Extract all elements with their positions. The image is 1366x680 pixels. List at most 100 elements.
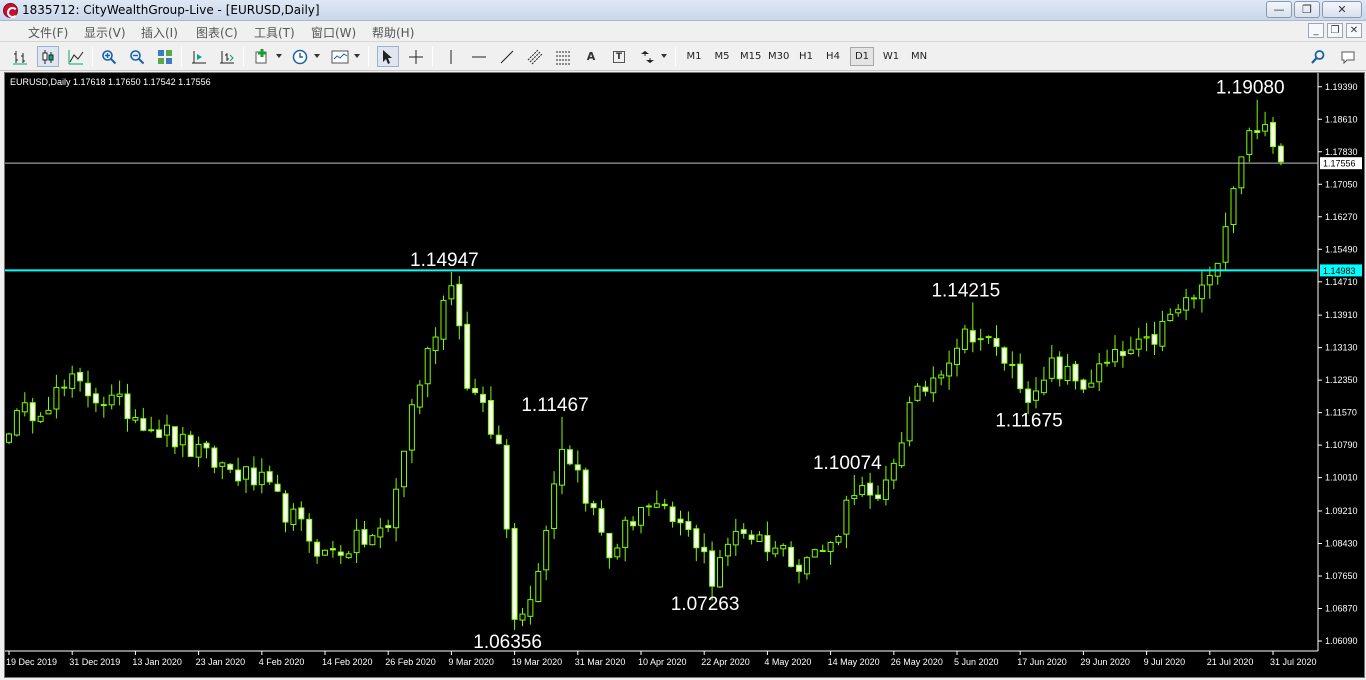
candle-body <box>622 519 629 548</box>
minimize-button[interactable]: — <box>1266 1 1292 18</box>
candle-body <box>235 469 242 482</box>
menu-tools[interactable]: 工具(T) <box>254 24 295 41</box>
candle-body <box>582 469 589 504</box>
menu-window[interactable]: 窗口(W) <box>311 24 356 41</box>
candle-body <box>1056 356 1063 380</box>
cursor-tool-button[interactable] <box>377 46 399 67</box>
horizontal-line-icon <box>472 56 486 57</box>
zoom-out-button[interactable] <box>126 46 148 67</box>
equidistant-channel-tool-button[interactable] <box>524 46 546 67</box>
arrows-icon <box>641 50 654 63</box>
menu-insert[interactable]: 插入(I) <box>141 24 178 41</box>
auto-scroll-button[interactable] <box>216 46 238 67</box>
timeframe-m30[interactable]: M30 <box>765 47 792 66</box>
vertical-line-tool-button[interactable] <box>440 46 462 67</box>
timeframe-m15[interactable]: M15 <box>737 47 764 66</box>
close-button[interactable]: ✕ <box>1322 1 1362 18</box>
candle-body <box>780 544 787 550</box>
timeframe-h4[interactable]: H4 <box>822 47 844 66</box>
candle-body <box>954 347 960 366</box>
price-tick-label: 1.19390 <box>1325 82 1358 92</box>
crosshair-tool-button[interactable] <box>405 46 427 67</box>
candle-body <box>724 543 731 557</box>
text-label-tool-button[interactable]: T <box>608 46 630 67</box>
candle-body <box>1262 124 1269 132</box>
fibonacci-icon <box>556 51 570 64</box>
price-annotation: 1.14215 <box>931 280 1000 301</box>
horizontal-line-tool-button[interactable] <box>468 46 490 67</box>
candle-body <box>1183 297 1190 311</box>
text-tool-button[interactable]: A <box>580 46 602 67</box>
window-title: 1835712: CityWealthGroup-Live - [EURUSD,… <box>22 3 320 17</box>
candle-body <box>1277 145 1284 163</box>
time-tick-label: 13 Jan 2020 <box>132 657 182 667</box>
crosshair-icon <box>409 49 423 64</box>
chevron-down-icon[interactable] <box>276 54 282 58</box>
candle-body <box>535 570 542 603</box>
candle-body <box>266 471 273 483</box>
timeframe-d1[interactable]: D1 <box>850 47 874 66</box>
timeframe-m1[interactable]: M1 <box>683 47 705 66</box>
candle-body <box>124 393 131 420</box>
timeframe-w1[interactable]: W1 <box>879 47 903 66</box>
candle-body <box>250 467 257 486</box>
bar-chart-button[interactable] <box>9 46 31 67</box>
zoom-in-icon <box>102 49 117 64</box>
chevron-down-icon[interactable] <box>661 54 667 58</box>
candle-body <box>566 449 573 465</box>
toolbar: A T M1 M5 M15 M30 H1 H4 D1 W1 MN <box>0 43 1366 71</box>
tile-windows-button[interactable] <box>154 46 176 67</box>
candle-body <box>543 530 550 571</box>
candle-body <box>1222 226 1229 263</box>
time-tick-label: 19 Mar 2020 <box>512 657 563 667</box>
candle-body <box>827 541 834 553</box>
candlestick-chart-button[interactable] <box>37 46 59 67</box>
fibonacci-tool-button[interactable] <box>552 46 574 67</box>
candle-body <box>1246 130 1253 155</box>
maximize-button[interactable]: ❐ <box>1294 1 1320 18</box>
indicators-button[interactable] <box>251 46 273 67</box>
title-bar[interactable]: 1835712: CityWealthGroup-Live - [EURUSD,… <box>0 0 1366 21</box>
candle-body <box>29 402 36 422</box>
bid-price-label: 1.17556 <box>1323 159 1356 169</box>
candle-body <box>116 393 123 397</box>
chart-minimize-button[interactable]: _ <box>1308 23 1324 38</box>
price-tick-label: 1.11570 <box>1325 408 1357 418</box>
price-annotation: 1.11675 <box>995 410 1062 431</box>
zoom-in-button[interactable] <box>98 46 120 67</box>
menu-file[interactable]: 文件(F) <box>28 24 68 41</box>
price-tick-label: 1.14710 <box>1325 277 1358 287</box>
arrows-tool-button[interactable] <box>636 46 658 67</box>
templates-button[interactable] <box>329 46 351 67</box>
candle-body <box>100 404 107 407</box>
timeframe-mn[interactable]: MN <box>906 47 932 66</box>
candle-body <box>1025 388 1032 403</box>
periodicity-button[interactable] <box>289 46 311 67</box>
menu-help[interactable]: 帮助(H) <box>372 24 414 41</box>
trendline-tool-button[interactable] <box>496 46 518 67</box>
candle-body <box>1198 284 1205 300</box>
chart-restore-button[interactable]: ❐ <box>1327 23 1343 38</box>
candle-body <box>867 482 874 496</box>
chat-button[interactable] <box>1337 46 1359 67</box>
price-tick-label: 1.06090 <box>1325 636 1358 646</box>
candlestick-chart[interactable]: EURUSD,Daily 1.17618 1.17650 1.17542 1.1… <box>5 73 1364 677</box>
candle-body <box>1080 379 1087 390</box>
line-chart-button[interactable] <box>65 46 87 67</box>
chevron-down-icon[interactable] <box>314 54 320 58</box>
search-button[interactable] <box>1307 46 1329 67</box>
menu-charts[interactable]: 图表(C) <box>196 24 238 41</box>
timeframe-m5[interactable]: M5 <box>710 47 734 66</box>
candle-body <box>258 471 265 486</box>
candle-body <box>472 387 479 394</box>
timeframe-h1[interactable]: H1 <box>795 47 817 66</box>
chevron-down-icon[interactable] <box>354 54 360 58</box>
chart-window[interactable]: EURUSD,Daily 1.17618 1.17650 1.17542 1.1… <box>4 72 1365 678</box>
candle-body <box>811 549 818 558</box>
time-tick-label: 26 May 2020 <box>891 657 943 667</box>
candle-body <box>495 434 502 445</box>
chart-close-button[interactable]: ✕ <box>1346 23 1362 38</box>
price-tick-label: 1.07650 <box>1325 571 1358 581</box>
menu-view[interactable]: 显示(V) <box>84 24 126 41</box>
chart-shift-button[interactable] <box>188 46 210 67</box>
